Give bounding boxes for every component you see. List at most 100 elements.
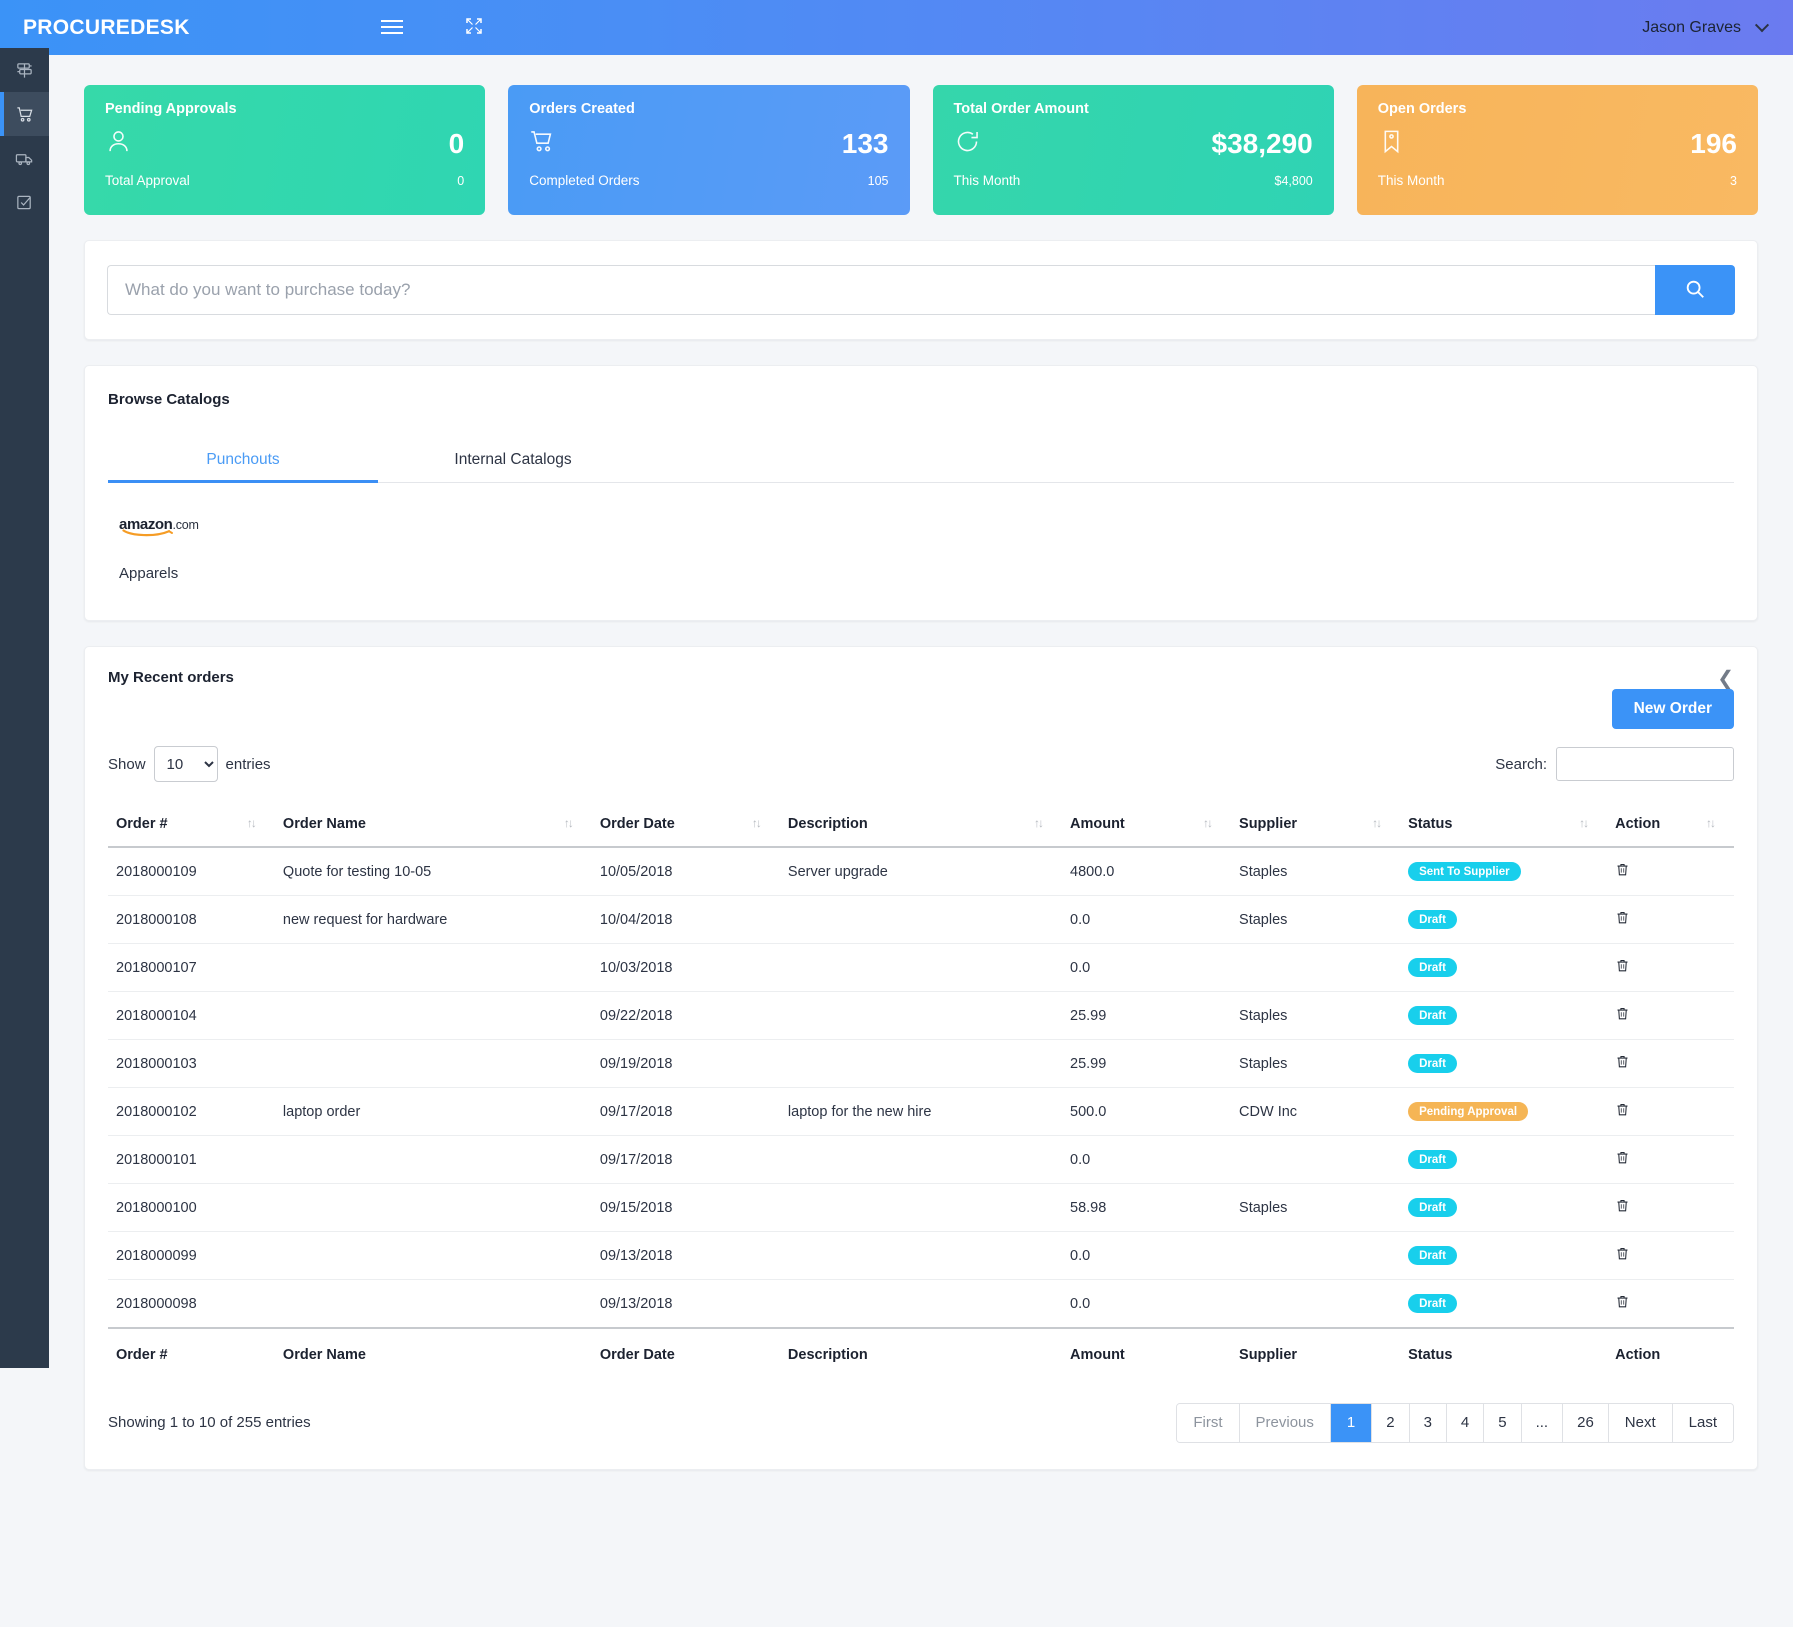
pagination-item-last[interactable]: Last xyxy=(1672,1404,1733,1442)
user-menu[interactable]: Jason Graves xyxy=(1642,17,1770,37)
order-name-cell: laptop order xyxy=(274,1087,592,1136)
status-badge: Draft xyxy=(1408,958,1457,977)
table-controls: Show 10 25 50 100 entries Search: xyxy=(108,746,1734,782)
browse-catalogs-title: Browse Catalogs xyxy=(108,391,230,408)
pagination-item-previous[interactable]: Previous xyxy=(1239,1404,1331,1442)
entries-per-page-select[interactable]: 10 25 50 100 xyxy=(153,746,218,782)
trash-icon[interactable] xyxy=(1615,1103,1630,1121)
table-row[interactable]: 2018000104 09/22/2018 25.99 Staples Draft xyxy=(108,991,1734,1040)
status-cell: Pending Approval xyxy=(1400,1087,1608,1136)
status-badge: Draft xyxy=(1408,1150,1457,1169)
chevron-left-icon[interactable]: ❮ xyxy=(1717,669,1734,689)
pagination-item-26[interactable]: 26 xyxy=(1563,1404,1609,1442)
column-header-order-no[interactable]: Order # ↑↓ xyxy=(108,804,275,848)
expand-icon[interactable] xyxy=(454,16,494,40)
order-date-cell: 09/19/2018 xyxy=(591,1039,780,1088)
trash-icon[interactable] xyxy=(1615,911,1630,929)
stat-card-foot-label: Completed Orders xyxy=(529,173,640,188)
cart-icon xyxy=(529,128,556,160)
footer-header-action: Action xyxy=(1607,1327,1734,1377)
app-brand-logo: PROCUREDESK xyxy=(23,15,190,39)
pagination-item-next[interactable]: Next xyxy=(1608,1404,1673,1442)
footer-header-order-no: Order # xyxy=(108,1327,275,1377)
order-name-cell xyxy=(274,1135,592,1184)
catalog-tile-amazon[interactable]: amazon.com Apparels xyxy=(119,517,279,582)
pagination-item-4[interactable]: 4 xyxy=(1446,1404,1485,1442)
column-header-description[interactable]: Description ↑↓ xyxy=(779,804,1062,848)
table-row[interactable]: 2018000103 09/19/2018 25.99 Staples Draft xyxy=(108,1039,1734,1088)
pagination-item-first[interactable]: First xyxy=(1177,1404,1240,1442)
order-date-cell: 09/15/2018 xyxy=(591,1183,780,1232)
trash-icon[interactable] xyxy=(1615,959,1630,977)
column-header-amount[interactable]: Amount ↑↓ xyxy=(1062,804,1232,848)
column-header-order-date[interactable]: Order Date ↑↓ xyxy=(591,804,780,848)
action-cell xyxy=(1607,847,1734,896)
description-cell xyxy=(779,1183,1062,1232)
status-cell: Draft xyxy=(1400,1183,1608,1232)
search-button[interactable] xyxy=(1655,265,1735,315)
stat-card-open-orders[interactable]: Open Orders 196 This Month 3 xyxy=(1356,85,1758,215)
status-badge: Draft xyxy=(1408,1198,1457,1217)
status-badge: Draft xyxy=(1408,1054,1457,1073)
pagination-item-5[interactable]: 5 xyxy=(1484,1404,1522,1442)
trash-icon[interactable] xyxy=(1615,1007,1630,1025)
action-cell xyxy=(1607,1183,1734,1232)
column-header-action[interactable]: Action ↑↓ xyxy=(1607,804,1734,848)
show-label: Show xyxy=(108,755,146,773)
tab-internal-catalogs[interactable]: Internal Catalogs xyxy=(378,438,648,482)
table-row[interactable]: 2018000098 09/13/2018 0.0 Draft xyxy=(108,1279,1734,1329)
status-cell: Draft xyxy=(1400,943,1608,992)
table-row[interactable]: 2018000100 09/15/2018 58.98 Staples Draft xyxy=(108,1183,1734,1232)
amount-cell: 0.0 xyxy=(1062,895,1232,944)
table-search-input[interactable] xyxy=(1556,747,1734,781)
status-badge: Draft xyxy=(1408,1294,1457,1313)
stat-card-pending-approvals[interactable]: Pending Approvals 0 Total Approval 0 xyxy=(84,85,486,215)
column-header-order-name[interactable]: Order Name ↑↓ xyxy=(274,804,592,848)
description-cell xyxy=(779,1231,1062,1280)
order-no-cell: 2018000102 xyxy=(108,1087,275,1136)
recent-orders-title: My Recent orders xyxy=(108,669,234,686)
main-content: Pending Approvals 0 Total Approval 0 Ord… xyxy=(49,55,1793,1627)
trash-icon[interactable] xyxy=(1615,1151,1630,1169)
table-row[interactable]: 2018000102 laptop order 09/17/2018 laptop f… xyxy=(108,1087,1734,1136)
order-name-cell xyxy=(274,991,592,1040)
trash-icon[interactable] xyxy=(1615,1247,1630,1265)
hamburger-menu-icon[interactable] xyxy=(381,20,421,35)
column-header-supplier[interactable]: Supplier ↑↓ xyxy=(1231,804,1401,848)
pagination-item-3[interactable]: 3 xyxy=(1409,1404,1447,1442)
stat-card-total-order-amount[interactable]: Total Order Amount $38,290 This Month $4… xyxy=(932,85,1334,215)
sidebar-item-cart[interactable] xyxy=(0,92,49,136)
order-name-cell xyxy=(274,1231,592,1280)
column-header-status[interactable]: Status ↑↓ xyxy=(1400,804,1608,848)
new-order-button[interactable]: New Order xyxy=(1611,689,1734,729)
sidebar-item-truck[interactable] xyxy=(0,136,49,180)
chevron-down-icon xyxy=(1754,17,1770,32)
show-entries-control: Show 10 25 50 100 entries xyxy=(108,746,271,782)
supplier-cell: Staples xyxy=(1231,991,1401,1040)
table-footer-row: Order # Order Name Order Date Descriptio… xyxy=(108,1327,1734,1377)
status-badge: Sent To Supplier xyxy=(1408,862,1521,881)
table-row[interactable]: 2018000107 10/03/2018 0.0 Draft xyxy=(108,943,1734,992)
stat-card-orders-created[interactable]: Orders Created 133 Completed Orders 105 xyxy=(508,85,910,215)
trash-icon[interactable] xyxy=(1615,1199,1630,1217)
table-row[interactable]: 2018000108 new request for hardware 10/04/… xyxy=(108,895,1734,944)
amazon-logo-icon: amazon.com xyxy=(119,517,279,537)
trash-icon[interactable] xyxy=(1615,863,1630,881)
table-row[interactable]: 2018000101 09/17/2018 0.0 Draft xyxy=(108,1135,1734,1184)
order-name-cell: Quote for testing 10-05 xyxy=(274,847,592,896)
pagination-item-1[interactable]: 1 xyxy=(1330,1404,1373,1442)
table-row[interactable]: 2018000109 Quote for testing 10-05 10/05/2… xyxy=(108,847,1734,896)
tab-punchouts[interactable]: Punchouts xyxy=(108,438,378,483)
sidebar-item-checklist[interactable] xyxy=(0,180,49,224)
order-date-cell: 09/13/2018 xyxy=(591,1279,780,1329)
status-badge: Pending Approval xyxy=(1408,1102,1529,1121)
amount-cell: 0.0 xyxy=(1062,1135,1232,1184)
pagination-item-2[interactable]: 2 xyxy=(1372,1404,1410,1442)
search-input[interactable] xyxy=(107,265,1655,315)
trash-icon[interactable] xyxy=(1615,1295,1630,1313)
table-row[interactable]: 2018000099 09/13/2018 0.0 Draft xyxy=(108,1231,1734,1280)
trash-icon[interactable] xyxy=(1615,1055,1630,1073)
pagination-item-dotsdotsdots[interactable]: ... xyxy=(1521,1404,1564,1442)
table-header-row: Order # ↑↓ Order Name ↑↓ Order Date ↑↓ Desc… xyxy=(108,804,1734,848)
sidebar-item-signpost[interactable] xyxy=(0,48,49,92)
